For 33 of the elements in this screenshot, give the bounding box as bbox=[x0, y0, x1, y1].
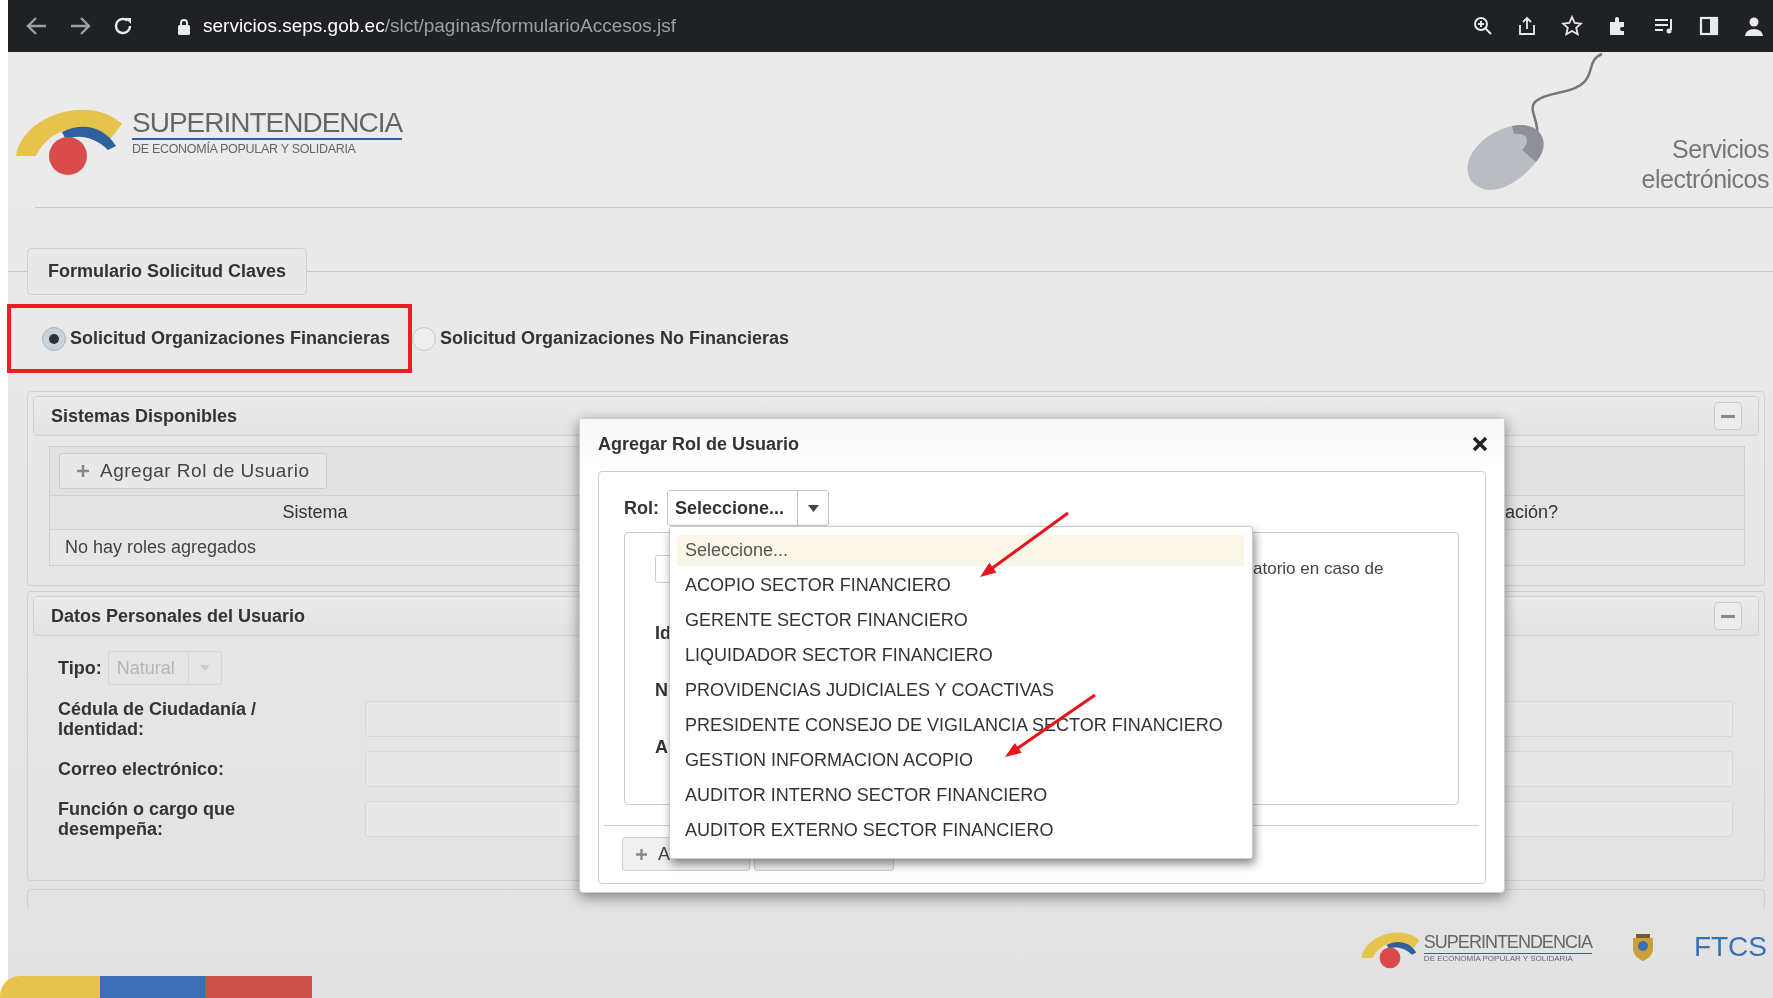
role-label: Rol: bbox=[624, 497, 659, 519]
tagline: Servicios electrónicos bbox=[1641, 134, 1769, 194]
dropdown-option[interactable]: PROVIDENCIAS JUDICIALES Y COACTIVAS bbox=[677, 675, 1244, 706]
field-label: Cédula de Ciudadanía / Identidad: bbox=[58, 699, 258, 739]
column-header: ación? bbox=[1505, 501, 1559, 524]
dialog-title: Agregar Rol de Usuario bbox=[598, 433, 800, 455]
dropdown-option[interactable]: GERENTE SECTOR FINANCIERO bbox=[677, 605, 1244, 636]
field-label: A bbox=[655, 736, 668, 759]
field-label: Correo electrónico: bbox=[58, 759, 226, 779]
field-label: Tipo: bbox=[58, 658, 103, 678]
logo-title: SUPERINTENDENCIA bbox=[132, 108, 403, 140]
panel-title: Sistemas Disponibles bbox=[51, 405, 238, 427]
dropdown-option[interactable]: LIQUIDADOR SECTOR FINANCIERO bbox=[677, 640, 1244, 671]
form-tab[interactable]: Formulario Solicitud Claves bbox=[27, 248, 308, 295]
radio-label[interactable]: Solicitud Organizaciones No Financieras bbox=[440, 328, 790, 349]
radio-label[interactable]: Solicitud Organizaciones Financieras bbox=[70, 328, 391, 349]
logo-subtitle: DE ECONOMÍA POPULAR Y SOLIDARIA bbox=[1423, 953, 1574, 963]
logo-subtitle: DE ECONOMÍA POPULAR Y SOLIDARIA bbox=[132, 142, 357, 156]
brand-logo: FTCS bbox=[1693, 931, 1767, 963]
empty-message: No hay roles agregados bbox=[65, 537, 257, 558]
dropdown-option[interactable]: ACOPIO SECTOR FINANCIERO bbox=[677, 570, 1244, 601]
panel-title: Datos Personales del Usuario bbox=[51, 605, 306, 627]
dropdown-option[interactable]: GESTION INFORMACION ACOPIO bbox=[677, 745, 1244, 776]
field-label: Función o cargo que desempeña: bbox=[58, 799, 236, 839]
address-bar[interactable]: servicios.seps.gob.ec/slct/paginas/formularioAccesos.jsf bbox=[203, 15, 677, 37]
logo-title: SUPERINTENDENCIA bbox=[1423, 931, 1592, 954]
field-label: N bbox=[655, 679, 668, 702]
note-text: atorio en caso de bbox=[1253, 559, 1384, 579]
dropdown-option[interactable]: Seleccione... bbox=[677, 535, 1244, 566]
dropdown-option[interactable]: AUDITOR INTERNO SECTOR FINANCIERO bbox=[677, 780, 1244, 811]
add-role-button[interactable]: Agregar Rol de Usuario bbox=[59, 453, 327, 489]
column-header: Sistema bbox=[281, 501, 349, 524]
dropdown-option[interactable]: AUDITOR EXTERNO SECTOR FINANCIERO bbox=[677, 815, 1244, 846]
